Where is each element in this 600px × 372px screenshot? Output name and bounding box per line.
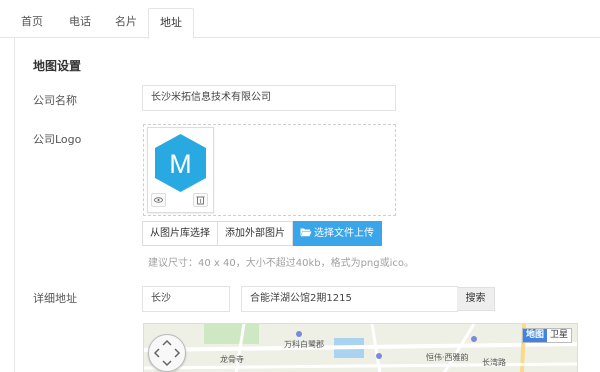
map-label: 恒伟·西雅韵 [426, 353, 469, 362]
map-pan-control[interactable] [148, 334, 186, 372]
map-type-map[interactable]: 地图 [522, 329, 547, 342]
company-name-input[interactable]: 长沙米拓信息技术有限公司 [142, 85, 396, 111]
map-label: 龙骨寺 [220, 355, 244, 364]
tab-home[interactable]: 首页 [14, 10, 50, 38]
address-label: 详细地址 [33, 292, 77, 305]
company-logo-label: 公司Logo [33, 133, 82, 146]
logo-source-buttons: 从图片库选择 添加外部图片 选择文件上传 [142, 221, 382, 246]
map-type-satellite[interactable]: 卫星 [547, 329, 571, 342]
preview-button[interactable] [151, 193, 166, 207]
logo-letter: M [169, 149, 192, 179]
delete-button[interactable] [193, 193, 208, 207]
detail-address-input[interactable]: 合能洋湖公馆2期1215 [241, 286, 458, 312]
tab-address[interactable]: 地址 [148, 8, 194, 39]
eye-icon [154, 197, 163, 203]
upload-file-label: 选择文件上传 [314, 228, 374, 239]
choose-from-library-button[interactable]: 从图片库选择 [142, 221, 218, 246]
map-roads [144, 324, 577, 372]
map-label: 长湾路 [482, 358, 506, 367]
add-external-image-button[interactable]: 添加外部图片 [218, 221, 293, 246]
map-label: 万科白鹭郡 [284, 340, 324, 349]
tab-bar: 首页 电话 名片 地址 [0, 0, 600, 39]
trash-icon [196, 196, 205, 205]
tab-card[interactable]: 名片 [108, 10, 144, 38]
company-name-label: 公司名称 [33, 94, 77, 107]
search-button[interactable]: 搜索 [457, 287, 495, 311]
logo-size-hint: 建议尺寸：40 x 40，大小不超过40kb，格式为png或ico。 [148, 258, 415, 269]
folder-open-icon [300, 228, 312, 237]
city-input[interactable]: 长沙 [142, 286, 230, 312]
tab-phone[interactable]: 电话 [62, 10, 98, 38]
section-title: 地图设置 [33, 59, 82, 73]
pan-arrows-icon [153, 339, 181, 367]
upload-file-button[interactable]: 选择文件上传 [293, 221, 382, 246]
map-view[interactable]: 万科白鹭郡 龙骨寺 恒伟·西雅韵 长湾路 地图 卫星 [143, 323, 578, 372]
logo-image: M [155, 134, 206, 192]
map-type-switch: 地图 卫星 [521, 328, 572, 343]
